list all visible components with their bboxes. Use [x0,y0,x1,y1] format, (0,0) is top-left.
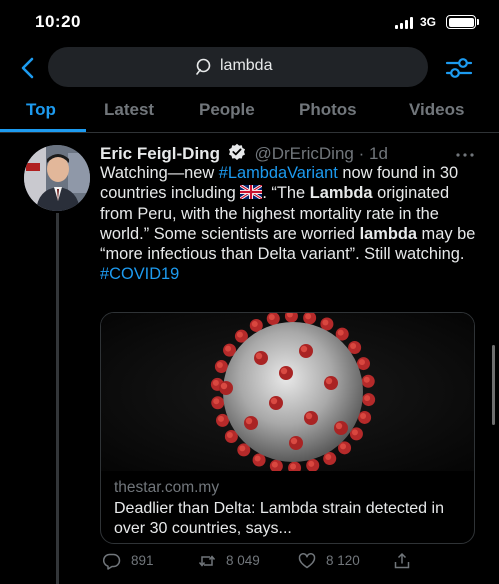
tabs-divider [0,132,499,133]
avatar[interactable] [24,145,90,211]
search-tabs: Top Latest People Photos Videos [0,92,499,132]
like-count: 8 120 [326,553,360,568]
uk-flag-icon [240,185,263,200]
author-handle[interactable]: @DrEricDing [254,144,353,163]
verified-badge-icon [228,143,245,160]
hashtag-covid19[interactable]: #COVID19 [100,265,179,283]
reply-icon [103,553,121,570]
battery-tip [477,19,479,25]
scrollbar[interactable] [492,345,495,425]
filter-sliders-icon [445,58,473,78]
retweet-icon [198,555,216,567]
battery-icon [446,15,476,29]
card-domain: thestar.com.my [114,479,220,496]
network-type: 3G [420,15,437,29]
card-title: Deadlier than Delta: Lambda strain detec… [114,500,444,537]
thread-line [56,213,59,584]
tweet-time[interactable]: 1d [369,144,388,163]
tweet-text-part: Watching—new [100,164,219,182]
hashtag-lambdavariant[interactable]: #LambdaVariant [219,164,338,182]
author-name[interactable]: Eric Feigl-Ding [100,144,220,163]
signal-strength-icon [395,17,415,29]
search-query: lambda [220,57,273,74]
search-match: Lambda [309,184,373,203]
virus-illustration [101,313,474,475]
tweet-text: Watching—new #LambdaVariant now found in… [100,163,480,285]
more-options-button[interactable] [455,147,475,157]
tab-videos[interactable]: Videos [409,100,464,120]
search-input[interactable]: lambda [48,47,428,87]
search-filter-button[interactable] [444,54,474,82]
tab-photos[interactable]: Photos [299,100,357,120]
link-card[interactable]: thestar.com.my Deadlier than Delta: Lamb… [100,312,475,544]
share-icon [394,552,410,569]
tweet-header: Eric Feigl-Ding @DrEricDing · 1d [100,143,388,164]
search-icon [196,58,211,75]
back-arrow-icon [21,57,34,79]
retweet-count: 8 049 [226,553,260,568]
reply-count: 891 [131,553,154,568]
like-icon [298,553,316,569]
card-image [101,313,474,475]
header-separator: · [358,144,365,163]
back-button[interactable] [14,54,42,82]
tab-people[interactable]: People [199,100,255,120]
more-dots-icon [456,153,474,157]
tab-latest[interactable]: Latest [104,100,154,120]
tab-top[interactable]: Top [26,100,56,120]
status-time: 10:20 [35,12,81,31]
avatar-image [24,145,90,211]
tweet-text-part: . “The [262,184,310,203]
status-bar: 10:20 3G [0,0,499,44]
search-match: lambda [359,224,417,243]
